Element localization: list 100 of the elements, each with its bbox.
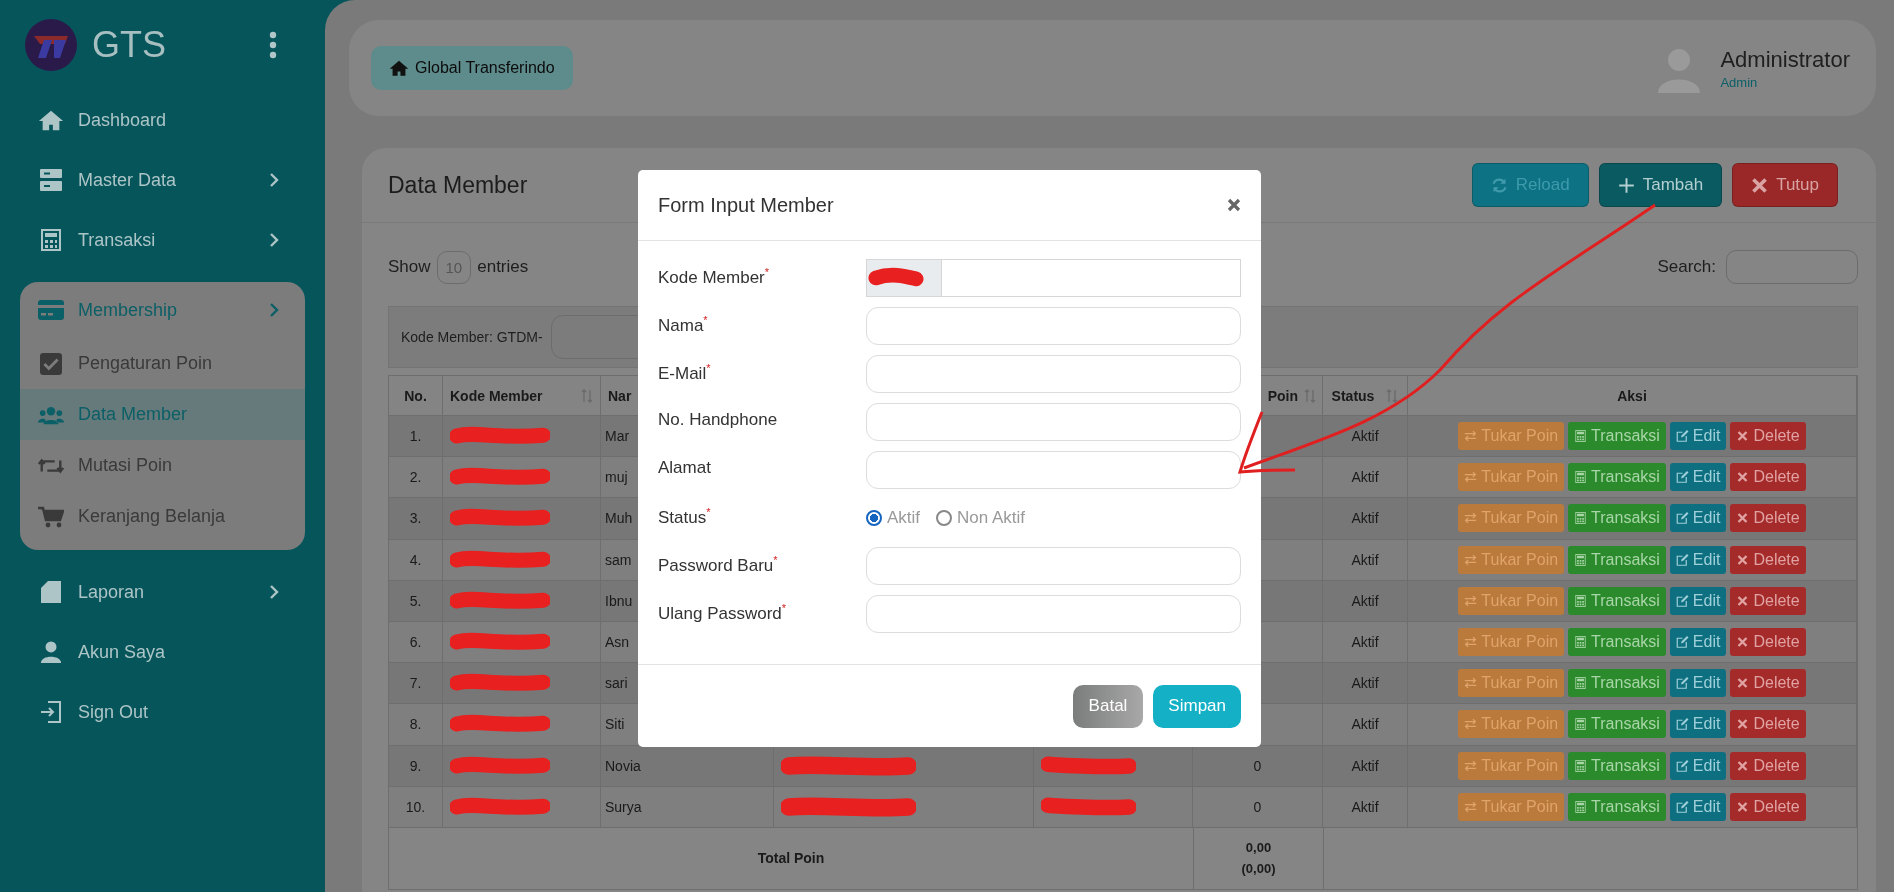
row-number: 4.: [409, 551, 422, 568]
exchange-icon: [1464, 471, 1478, 484]
edit-icon: [1675, 430, 1689, 443]
exchange-icon: [1464, 677, 1478, 690]
transaction-button[interactable]: Transaksi: [1568, 545, 1666, 574]
transaction-button[interactable]: Transaksi: [1568, 586, 1666, 615]
sign-out-icon: [38, 701, 64, 723]
field-label: Ulang Password$^{*}$: [658, 601, 788, 624]
edit-button[interactable]: Edit: [1669, 751, 1727, 780]
column-header[interactable]: Poin: [1267, 387, 1298, 404]
calculator-icon: [1574, 677, 1588, 690]
reload-icon: [1490, 176, 1508, 194]
transaction-button[interactable]: Transaksi: [1568, 422, 1666, 451]
close-icon: [1736, 718, 1750, 731]
sidebar-item[interactable]: Membership: [20, 282, 305, 338]
input-field[interactable]: [866, 595, 1241, 633]
delete-button[interactable]: Delete: [1730, 422, 1806, 451]
transaction-button[interactable]: Transaksi: [1568, 463, 1666, 492]
calculator-icon: [38, 229, 64, 251]
sidebar-item[interactable]: Dashboard: [20, 90, 305, 150]
transaction-button[interactable]: Transaksi: [1568, 792, 1666, 821]
cancel-button[interactable]: Batal: [1072, 684, 1144, 728]
close-icon: [1736, 759, 1750, 772]
sidebar-item[interactable]: Sign Out: [20, 682, 305, 742]
sidebar-item[interactable]: Akun Saya: [20, 622, 305, 682]
sort-icon[interactable]: [1304, 387, 1316, 404]
search-field[interactable]: [1726, 250, 1858, 284]
column-header[interactable]: Nar: [608, 387, 632, 404]
row-number: 1.: [409, 428, 422, 445]
calculator-icon: [1574, 718, 1588, 731]
delete-button[interactable]: Delete: [1730, 628, 1806, 657]
input-field[interactable]: [866, 547, 1241, 585]
delete-button[interactable]: Delete: [1730, 710, 1806, 739]
submenu-item[interactable]: Keranjang Belanja: [20, 491, 305, 542]
edit-button[interactable]: Edit: [1669, 669, 1727, 698]
submenu-item[interactable]: Mutasi Poin: [20, 440, 305, 491]
delete-button[interactable]: Delete: [1730, 504, 1806, 533]
more-options-icon[interactable]: [269, 31, 277, 59]
row-number: 5.: [409, 592, 422, 609]
close-icon: [1736, 512, 1750, 525]
edit-button[interactable]: Edit: [1669, 504, 1727, 533]
input-field[interactable]: [866, 307, 1241, 345]
close-button[interactable]: Tutup: [1732, 163, 1838, 207]
close-icon: [1736, 553, 1750, 566]
field-label: E-Mail$^{*}$: [658, 361, 712, 384]
delete-button[interactable]: Delete: [1730, 586, 1806, 615]
transaction-button[interactable]: Transaksi: [1568, 710, 1666, 739]
transaction-button[interactable]: Transaksi: [1568, 504, 1666, 533]
radio-option[interactable]: Aktif: [866, 508, 921, 528]
edit-icon: [1675, 594, 1689, 607]
table-cell: muj: [605, 469, 628, 486]
sort-icon[interactable]: [1386, 387, 1399, 404]
filter-label: Kode Member: GTDM-: [401, 329, 544, 345]
checkbox-icon: [38, 352, 64, 375]
calculator-icon: [1574, 553, 1588, 566]
delete-button[interactable]: Delete: [1730, 545, 1806, 574]
exchange-icon: [1464, 594, 1478, 607]
row-number: 9.: [409, 757, 422, 774]
edit-button[interactable]: Edit: [1669, 586, 1727, 615]
delete-button[interactable]: Delete: [1730, 792, 1806, 821]
code-input-group[interactable]: [866, 259, 1241, 297]
transaction-button[interactable]: Transaksi: [1568, 628, 1666, 657]
delete-button[interactable]: Delete: [1730, 463, 1806, 492]
close-icon[interactable]: [1227, 198, 1241, 212]
input-field[interactable]: [866, 403, 1241, 441]
close-icon: [1736, 677, 1750, 690]
column-header[interactable]: Kode Member: [450, 387, 543, 404]
input-field[interactable]: [866, 451, 1241, 489]
table-cell: Novia: [605, 757, 641, 774]
edit-button[interactable]: Edit: [1669, 463, 1727, 492]
breadcrumb-button[interactable]: Global Transferindo: [371, 46, 573, 90]
transaction-button[interactable]: Transaksi: [1568, 751, 1666, 780]
edit-button[interactable]: Edit: [1669, 628, 1727, 657]
server-icon: [38, 169, 64, 191]
calculator-icon: [1574, 759, 1588, 772]
edit-button[interactable]: Edit: [1669, 422, 1727, 451]
transaction-button[interactable]: Transaksi: [1568, 669, 1666, 698]
edit-icon: [1675, 800, 1689, 813]
add-button[interactable]: Tambah: [1598, 163, 1723, 207]
input-field[interactable]: [866, 355, 1241, 393]
sort-icon[interactable]: [581, 387, 593, 404]
calculator-icon: [1574, 471, 1588, 484]
sidebar-item[interactable]: Master Data: [20, 150, 305, 210]
row-number: 2.: [409, 469, 422, 486]
edit-button[interactable]: Edit: [1669, 792, 1727, 821]
table-cell: Surya: [605, 798, 642, 815]
row-number: 6.: [409, 634, 422, 651]
edit-button[interactable]: Edit: [1669, 710, 1727, 739]
column-header[interactable]: Status: [1331, 387, 1375, 404]
sidebar-item[interactable]: Transaksi: [20, 210, 305, 270]
edit-button[interactable]: Edit: [1669, 545, 1727, 574]
radio-option[interactable]: Non Aktif: [936, 508, 1026, 528]
sidebar-item[interactable]: Laporan: [20, 562, 305, 622]
column-header[interactable]: Aksi: [1617, 387, 1647, 404]
total-subvalue: (0,00): [1241, 861, 1276, 877]
save-button[interactable]: Simpan: [1153, 684, 1241, 728]
delete-button[interactable]: Delete: [1730, 669, 1806, 698]
delete-button[interactable]: Delete: [1730, 751, 1806, 780]
column-header[interactable]: No.: [404, 387, 427, 404]
submenu-item[interactable]: Pengaturan Poin: [20, 338, 305, 389]
